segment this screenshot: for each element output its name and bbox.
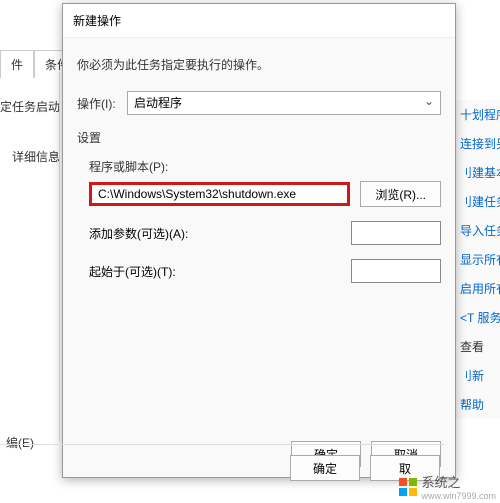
right-item[interactable]: 启用所有 <box>456 274 500 303</box>
right-item[interactable]: 连接到另 <box>456 129 500 158</box>
settings-label: 设置 <box>77 129 441 146</box>
dialog-title: 新建操作 <box>63 4 455 38</box>
right-sidebar: 十划程序 连接到另 刂建基本 刂建任务 导入任务 显示所有 启用所有 <T 服务… <box>455 100 500 419</box>
right-item[interactable]: 刂新 <box>456 361 500 390</box>
right-item[interactable]: 帮助 <box>456 390 500 419</box>
right-item[interactable]: <T 服务 <box>456 303 500 332</box>
right-item[interactable]: 查看 <box>456 332 500 361</box>
args-label: 添加参数(可选)(A): <box>89 225 188 242</box>
watermark: 系统之 www.win7999.com <box>399 472 496 501</box>
bg-panel <box>0 72 60 442</box>
browse-button[interactable]: 浏览(R)... <box>360 181 441 207</box>
startin-input[interactable] <box>351 259 441 283</box>
divider <box>0 444 444 445</box>
watermark-text: 系统之 <box>421 472 496 491</box>
edit-button-bg[interactable]: 编(E) <box>6 434 34 451</box>
watermark-url: www.win7999.com <box>421 491 496 501</box>
program-label: 程序或脚本(P): <box>89 158 441 175</box>
args-input[interactable] <box>351 221 441 245</box>
action-select[interactable]: 启动程序 <box>127 91 441 115</box>
right-item[interactable]: 刂建任务 <box>456 187 500 216</box>
new-action-dialog: 新建操作 你必须为此任务指定要执行的操作。 操作(I): 启动程序 设置 程序或… <box>62 3 456 478</box>
right-item[interactable]: 十划程序 <box>456 100 500 129</box>
startin-label: 起始于(可选)(T): <box>89 263 176 280</box>
outer-ok-button[interactable]: 确定 <box>290 455 360 481</box>
program-input[interactable] <box>89 182 350 206</box>
right-item[interactable]: 导入任务 <box>456 216 500 245</box>
dialog-instruction: 你必须为此任务指定要执行的操作。 <box>77 56 441 73</box>
action-label: 操作(I): <box>77 95 127 112</box>
right-item[interactable]: 刂建基本 <box>456 158 500 187</box>
ms-logo-icon <box>399 478 417 496</box>
right-item[interactable]: 显示所有 <box>456 245 500 274</box>
